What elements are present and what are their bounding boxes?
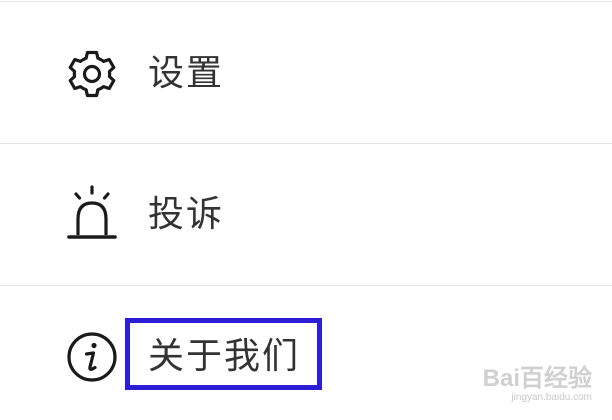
alarm-siren-icon	[64, 185, 120, 241]
highlight-box	[125, 318, 322, 390]
menu-item-label: 投诉	[148, 194, 225, 235]
watermark-logo: Bai百经验	[482, 365, 592, 392]
menu-item-label: 设置	[148, 53, 225, 94]
gear-icon	[64, 46, 120, 102]
menu-item-settings[interactable]: 设置	[0, 2, 612, 144]
watermark: Bai百经验 jingyan.baidu.com	[483, 366, 592, 404]
info-icon	[64, 329, 120, 385]
menu-item-complaint[interactable]: 投诉	[0, 143, 612, 285]
settings-screen: 设置 投诉 关于我们 Bai百经验 jingyan.baidu.com	[0, 0, 612, 420]
watermark-url: jingyan.baidu.com	[511, 392, 592, 403]
